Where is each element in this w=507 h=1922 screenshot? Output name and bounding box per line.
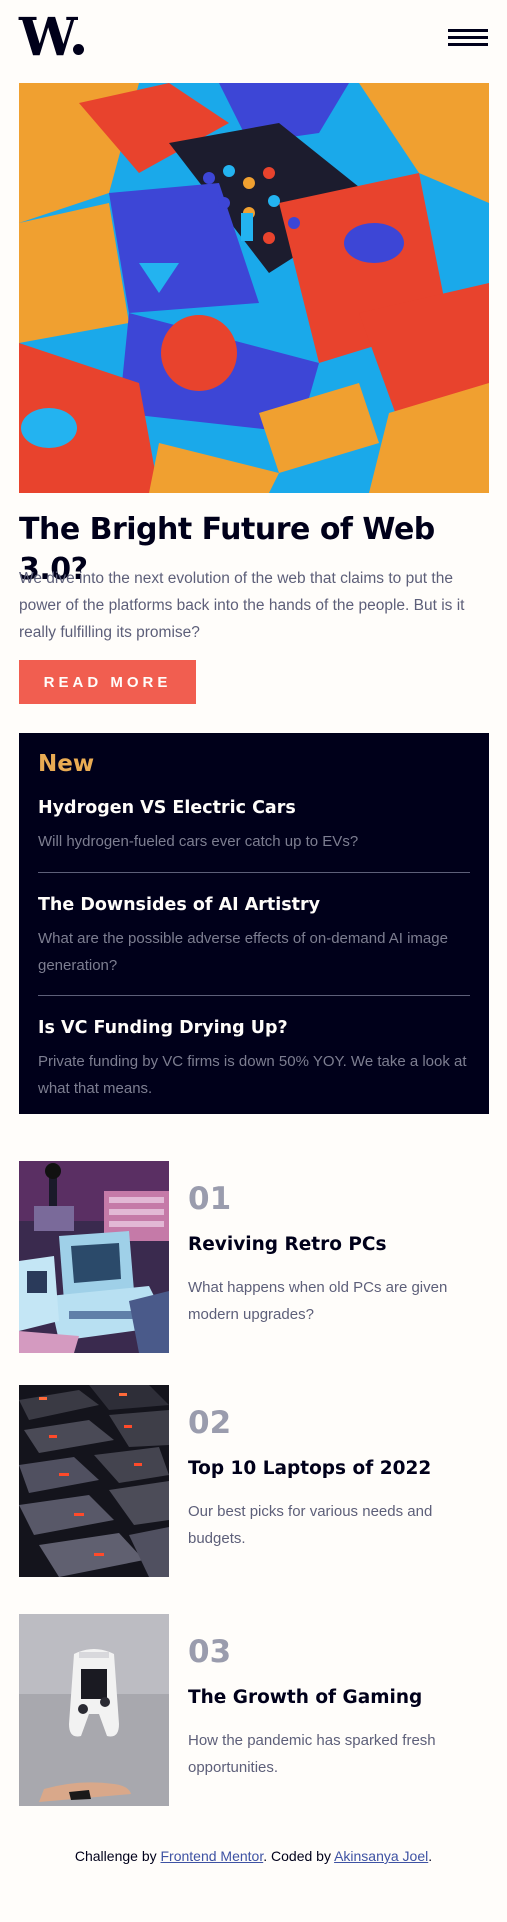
- new-item: Hydrogen VS Electric Cars Will hydrogen-…: [38, 796, 470, 855]
- logo-dot: [73, 44, 85, 55]
- hero-description: We dive into the next evolution of the w…: [19, 570, 465, 641]
- new-heading: New: [38, 751, 95, 777]
- site-header: W: [19, 12, 488, 66]
- new-item: Is VC Funding Drying Up? Private funding…: [38, 1016, 470, 1102]
- laptop-keyboard-image: [19, 1385, 169, 1577]
- logo[interactable]: W: [19, 12, 85, 64]
- new-item-title[interactable]: Hydrogen VS Electric Cars: [38, 796, 470, 820]
- new-articles-panel: New Hydrogen VS Electric Cars Will hydro…: [19, 733, 489, 1114]
- article-description: Our best picks for various needs and bud…: [188, 1503, 433, 1547]
- author-link[interactable]: Akinsanya Joel: [334, 1848, 428, 1864]
- article-number: 03: [188, 1634, 232, 1670]
- featured-article: 01 Reviving Retro PCs What happens when …: [19, 1161, 489, 1353]
- menu-bar: [448, 36, 488, 39]
- article-number: 01: [188, 1181, 232, 1217]
- divider: [38, 872, 470, 873]
- attribution-middle: . Coded by: [263, 1848, 335, 1864]
- attribution-footer: Challenge by Frontend Mentor. Coded by A…: [0, 1848, 507, 1864]
- read-more-button[interactable]: READ MORE: [19, 660, 196, 704]
- article-description: How the pandemic has sparked fresh oppor…: [188, 1732, 436, 1776]
- attribution-suffix: .: [428, 1848, 433, 1864]
- new-item-description: Private funding by VC firms is down 50% …: [38, 1053, 467, 1097]
- article-title[interactable]: Top 10 Laptops of 2022: [188, 1458, 431, 1479]
- divider: [38, 995, 470, 996]
- game-controller-image: [19, 1614, 169, 1806]
- hamburger-menu-icon[interactable]: [448, 29, 488, 51]
- article-title[interactable]: Reviving Retro PCs: [188, 1234, 387, 1255]
- new-item: The Downsides of AI Artistry What are th…: [38, 893, 470, 979]
- frontend-mentor-link[interactable]: Frontend Mentor: [161, 1848, 264, 1864]
- menu-bar: [448, 43, 488, 46]
- featured-article: 03 The Growth of Gaming How the pandemic…: [19, 1614, 489, 1806]
- retro-pc-image: [19, 1161, 169, 1353]
- article-number: 02: [188, 1405, 232, 1441]
- article-description: What happens when old PCs are given mode…: [188, 1279, 448, 1323]
- new-item-title[interactable]: Is VC Funding Drying Up?: [38, 1016, 470, 1040]
- hero-image: [19, 83, 489, 493]
- menu-bar: [448, 29, 488, 32]
- new-item-description: What are the possible adverse effects of…: [38, 930, 448, 974]
- attribution-prefix: Challenge by: [74, 1848, 161, 1864]
- logo-letter: W: [19, 7, 77, 68]
- article-title[interactable]: The Growth of Gaming: [188, 1687, 422, 1708]
- featured-article: 02 Top 10 Laptops of 2022 Our best picks…: [19, 1385, 489, 1577]
- new-item-description: Will hydrogen-fueled cars ever catch up …: [38, 833, 359, 850]
- new-item-title[interactable]: The Downsides of AI Artistry: [38, 893, 470, 917]
